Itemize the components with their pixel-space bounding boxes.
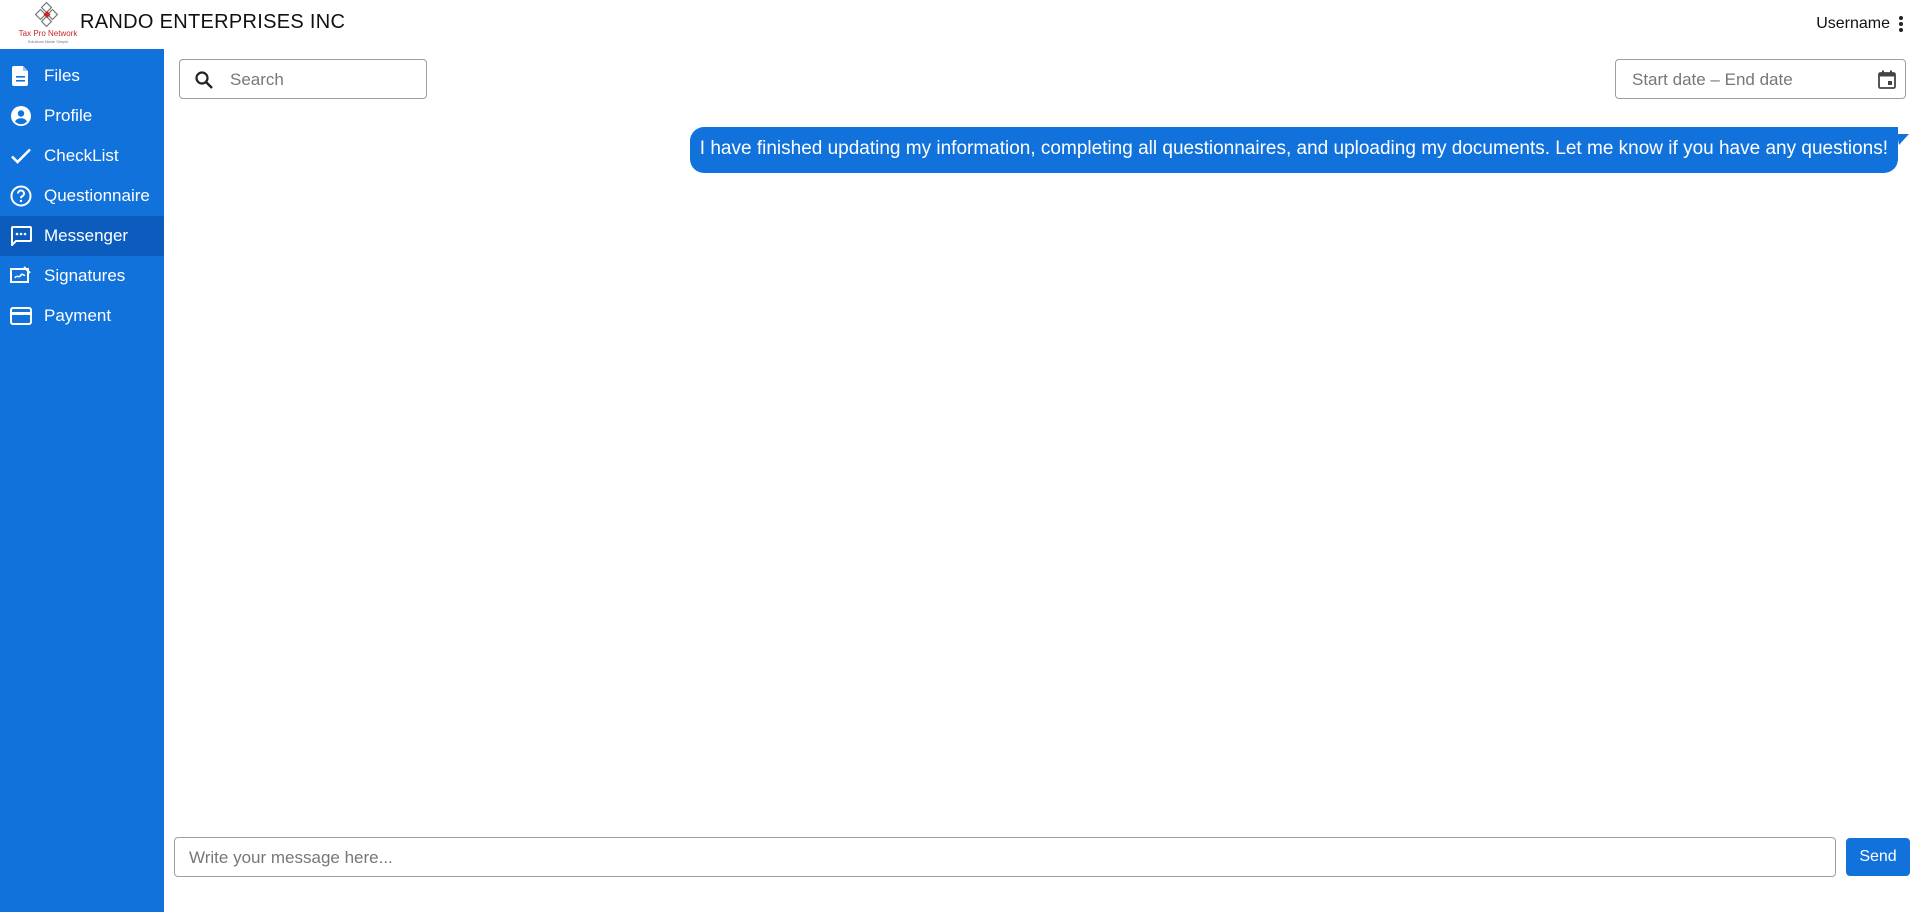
sidebar-item-label: Messenger (44, 226, 129, 245)
sidebar-item-label: Payment (44, 306, 112, 325)
logo-diamonds-icon (34, 2, 59, 28)
calendar-icon[interactable] (1876, 69, 1898, 91)
help-circle-icon (10, 185, 32, 207)
search-field[interactable] (179, 59, 427, 99)
credit-card-icon (10, 305, 32, 327)
message-input[interactable] (189, 846, 1819, 870)
sidebar: Files Profile CheckList Questionnaire Me… (0, 49, 164, 912)
app-header: Tax Pro Network Solutions Made Simple RA… (0, 0, 1920, 49)
sidebar-item-messenger[interactable]: Messenger (0, 216, 164, 256)
sidebar-item-signatures[interactable]: Signatures (0, 256, 164, 296)
signature-icon (10, 265, 32, 287)
username-label[interactable]: Username (1816, 15, 1890, 33)
sidebar-item-files[interactable]: Files (0, 56, 164, 96)
sidebar-item-label: Files (44, 66, 80, 85)
sidebar-item-label: CheckList (44, 146, 119, 165)
search-icon (195, 71, 213, 89)
company-name: RANDO ENTERPRISES INC (80, 11, 346, 33)
chat-icon (10, 225, 32, 247)
more-vert-icon[interactable] (1898, 16, 1904, 34)
sidebar-item-label: Signatures (44, 266, 126, 285)
logo-name: Tax Pro Network (18, 29, 78, 38)
file-icon (10, 65, 32, 87)
sidebar-item-profile[interactable]: Profile (0, 96, 164, 136)
message-composer[interactable] (174, 837, 1836, 877)
send-button[interactable]: Send (1846, 838, 1910, 876)
sidebar-item-checklist[interactable]: CheckList (0, 136, 164, 176)
logo-tagline: Solutions Made Simple (27, 39, 69, 44)
account-circle-icon (10, 105, 32, 127)
date-range-field[interactable]: Start date – End date (1615, 59, 1906, 99)
search-input[interactable] (230, 68, 416, 92)
message-bubble-tail (1897, 134, 1909, 145)
company-logo: Tax Pro Network Solutions Made Simple (16, 2, 80, 46)
message-bubble: I have finished updating my information,… (689, 127, 1898, 173)
sidebar-item-label: Questionnaire (44, 186, 150, 205)
sidebar-item-questionnaire[interactable]: Questionnaire (0, 176, 164, 216)
sidebar-item-label: Profile (44, 106, 93, 125)
sidebar-item-payment[interactable]: Payment (0, 296, 164, 336)
check-icon (10, 145, 32, 167)
date-range-placeholder: Start date – End date (1632, 70, 1793, 89)
